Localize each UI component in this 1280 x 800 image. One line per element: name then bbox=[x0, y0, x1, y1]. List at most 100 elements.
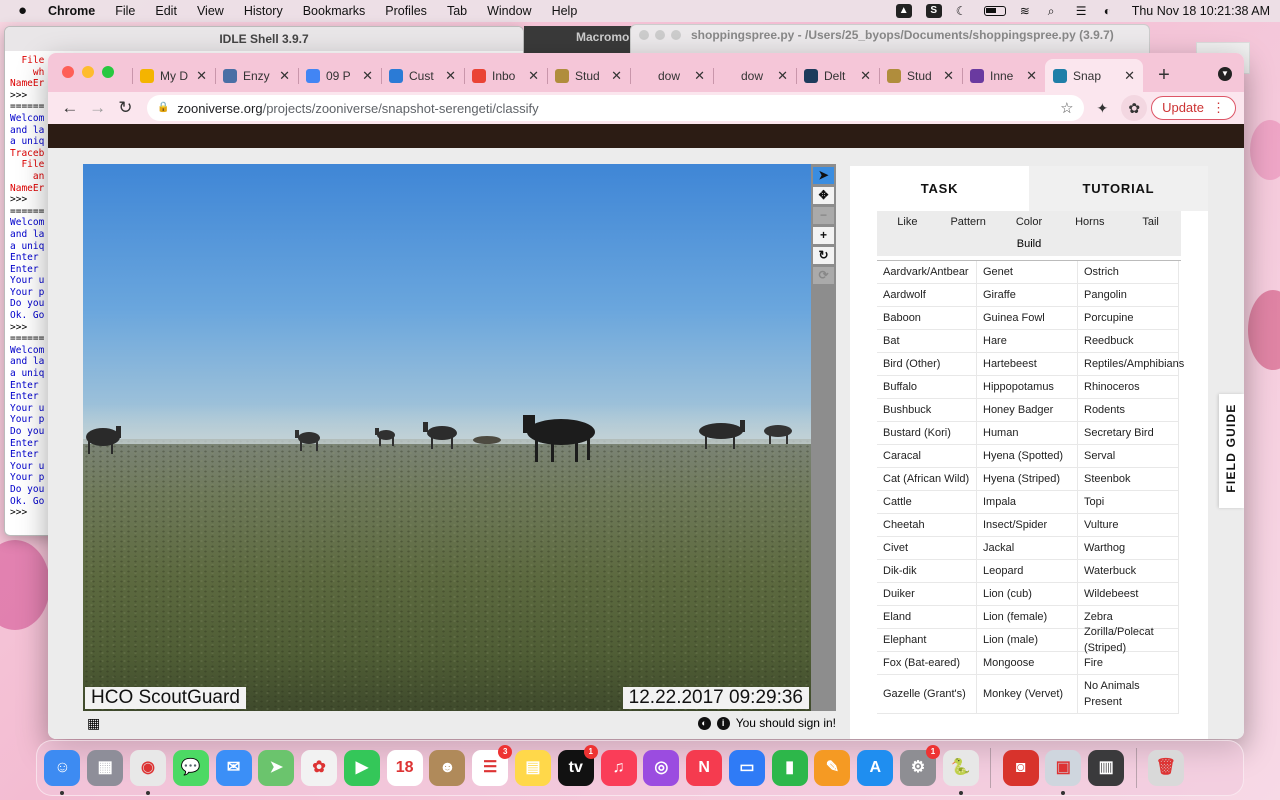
field-guide-tab[interactable]: FIELD GUIDE bbox=[1219, 394, 1244, 508]
launchpad-icon[interactable]: ▦ bbox=[87, 750, 124, 786]
species-choice[interactable]: Human bbox=[977, 422, 1078, 445]
browser-tab[interactable]: Stud ✕ bbox=[547, 59, 630, 92]
menu-window[interactable]: Window bbox=[487, 4, 531, 18]
moon-icon[interactable]: ☾ bbox=[956, 5, 970, 17]
browser-tab[interactable]: Enzy ✕ bbox=[215, 59, 298, 92]
mail-icon[interactable]: ✉ bbox=[215, 750, 252, 786]
apple-icon[interactable]: ● bbox=[18, 3, 32, 19]
browser-tab[interactable]: My D ✕ bbox=[132, 59, 215, 92]
species-choice[interactable]: Honey Badger bbox=[977, 399, 1078, 422]
python-icon[interactable]: 🐍 bbox=[942, 750, 979, 795]
menu-history[interactable]: History bbox=[244, 4, 283, 18]
chrome-icon[interactable]: ◉ bbox=[129, 750, 166, 795]
species-choice[interactable]: Reedbuck bbox=[1078, 330, 1179, 353]
browser-tab[interactable]: Delt ✕ bbox=[796, 59, 879, 92]
species-choice[interactable]: Wildebeest bbox=[1078, 583, 1179, 606]
menu-edit[interactable]: Edit bbox=[155, 4, 177, 18]
species-choice[interactable]: Vulture bbox=[1078, 514, 1179, 537]
browser-tab[interactable]: dow ✕ bbox=[630, 59, 713, 92]
reset-view-icon[interactable]: ⟳ bbox=[813, 267, 834, 284]
filter-build[interactable]: Build bbox=[877, 233, 1181, 256]
species-choice[interactable]: Cheetah bbox=[877, 514, 977, 537]
tab-search-icon[interactable]: ▼ bbox=[1218, 67, 1232, 81]
species-choice[interactable]: Guinea Fowl bbox=[977, 307, 1078, 330]
menu-clock[interactable]: Thu Nov 18 10:21:38 AM bbox=[1132, 4, 1270, 18]
trash-icon[interactable]: 🗑 bbox=[1147, 750, 1184, 786]
species-choice[interactable]: Leopard bbox=[977, 560, 1078, 583]
bookmark-star-icon[interactable]: ☆ bbox=[1060, 99, 1073, 117]
species-choice[interactable]: Bustard (Kori) bbox=[877, 422, 977, 445]
species-choice[interactable]: Steenbok bbox=[1078, 468, 1179, 491]
tab-close-icon[interactable]: ✕ bbox=[528, 68, 539, 84]
calculator-icon[interactable]: ▥ bbox=[1088, 750, 1125, 786]
zoom-in-icon[interactable]: + bbox=[813, 227, 834, 244]
menu-bookmarks[interactable]: Bookmarks bbox=[303, 4, 366, 18]
tv-icon[interactable]: tv 1 bbox=[557, 745, 598, 786]
menu-profiles[interactable]: Profiles bbox=[385, 4, 427, 18]
photos-icon[interactable]: ✿ bbox=[301, 750, 338, 786]
tab-close-icon[interactable]: ✕ bbox=[1026, 68, 1037, 84]
species-choice[interactable]: Impala bbox=[977, 491, 1078, 514]
back-button[interactable]: ← bbox=[56, 94, 84, 122]
shoppingspree-window[interactable]: shoppingspree.py - /Users/25_byops/Docum… bbox=[630, 24, 1150, 54]
pointer-tool-icon[interactable]: ➤ bbox=[813, 167, 834, 184]
lock-icon[interactable]: 🔒 bbox=[157, 102, 169, 114]
tab-close-icon[interactable]: ✕ bbox=[611, 68, 622, 84]
species-choice[interactable]: Mongoose bbox=[977, 652, 1078, 675]
status-s-icon[interactable]: S bbox=[925, 4, 942, 18]
close-window-button[interactable] bbox=[62, 66, 74, 78]
appstore-icon[interactable]: A bbox=[857, 750, 894, 786]
filter-color[interactable]: Color bbox=[999, 211, 1060, 233]
species-choice[interactable]: Pangolin bbox=[1078, 284, 1179, 307]
species-choice[interactable]: Secretary Bird bbox=[1078, 422, 1179, 445]
pages-icon[interactable]: ✎ bbox=[814, 750, 851, 786]
species-choice[interactable]: Jackal bbox=[977, 537, 1078, 560]
reminders-icon[interactable]: ☰ 3 bbox=[472, 745, 513, 786]
menu-app-name[interactable]: Chrome bbox=[48, 4, 95, 18]
browser-tab[interactable]: Snap ✕ bbox=[1045, 59, 1143, 92]
species-choice[interactable]: Reptiles/Amphibians bbox=[1078, 353, 1184, 376]
keynote-icon[interactable]: ▭ bbox=[728, 750, 765, 786]
tab-close-icon[interactable]: ✕ bbox=[1124, 68, 1135, 84]
species-choice[interactable]: Elephant bbox=[877, 629, 977, 652]
messages-icon[interactable]: 💬 bbox=[172, 750, 209, 786]
species-choice[interactable]: Lion (cub) bbox=[977, 583, 1078, 606]
battery-icon[interactable] bbox=[983, 6, 1006, 16]
new-tab-button[interactable]: + bbox=[1149, 59, 1179, 92]
podcasts-icon[interactable]: ◎ bbox=[643, 750, 680, 786]
facetime-icon[interactable]: ▶ bbox=[343, 750, 380, 786]
species-choice[interactable]: Cat (African Wild) bbox=[877, 468, 977, 491]
signin-notice[interactable]: You should sign in! bbox=[736, 716, 836, 730]
tab-tutorial[interactable]: TUTORIAL bbox=[1029, 166, 1208, 211]
species-choice[interactable]: Bushbuck bbox=[877, 399, 977, 422]
species-choice[interactable]: Waterbuck bbox=[1078, 560, 1179, 583]
species-choice[interactable]: Insect/Spider bbox=[977, 514, 1078, 537]
numbers-icon[interactable]: ▮ bbox=[771, 750, 808, 786]
browser-tab[interactable]: Inbo ✕ bbox=[464, 59, 547, 92]
filter-like[interactable]: Like bbox=[877, 211, 938, 233]
menu-view[interactable]: View bbox=[197, 4, 224, 18]
species-choice[interactable]: Rhinoceros bbox=[1078, 376, 1179, 399]
preview-icon[interactable]: ▣ bbox=[1045, 750, 1082, 795]
move-tool-icon[interactable]: ✥ bbox=[813, 187, 834, 204]
species-choice[interactable]: Zorilla/Polecat (Striped) bbox=[1078, 626, 1179, 654]
species-choice[interactable]: Hyena (Striped) bbox=[977, 468, 1078, 491]
filter-horns[interactable]: Horns bbox=[1059, 211, 1120, 233]
species-choice[interactable]: Fire bbox=[1078, 652, 1179, 675]
tab-close-icon[interactable]: ✕ bbox=[777, 68, 788, 84]
species-choice[interactable]: Duiker bbox=[877, 583, 977, 606]
species-choice[interactable]: Fox (Bat-eared) bbox=[877, 652, 977, 675]
filter-pattern[interactable]: Pattern bbox=[938, 211, 999, 233]
control-center-icon[interactable]: ☰ bbox=[1076, 5, 1090, 17]
tab-close-icon[interactable]: ✕ bbox=[694, 68, 705, 84]
species-choice[interactable]: Aardvark/Antbear bbox=[877, 261, 977, 284]
species-choice[interactable]: Baboon bbox=[877, 307, 977, 330]
species-choice[interactable]: Topi bbox=[1078, 491, 1179, 514]
species-choice[interactable]: Hare bbox=[977, 330, 1078, 353]
forward-button[interactable]: → bbox=[84, 94, 112, 122]
menu-help[interactable]: Help bbox=[552, 4, 578, 18]
species-choice[interactable]: Bird (Other) bbox=[877, 353, 977, 376]
zoom-out-icon[interactable]: − bbox=[813, 207, 834, 224]
info-icon[interactable]: i bbox=[716, 716, 730, 730]
calendar-icon[interactable]: 18 bbox=[386, 750, 423, 786]
